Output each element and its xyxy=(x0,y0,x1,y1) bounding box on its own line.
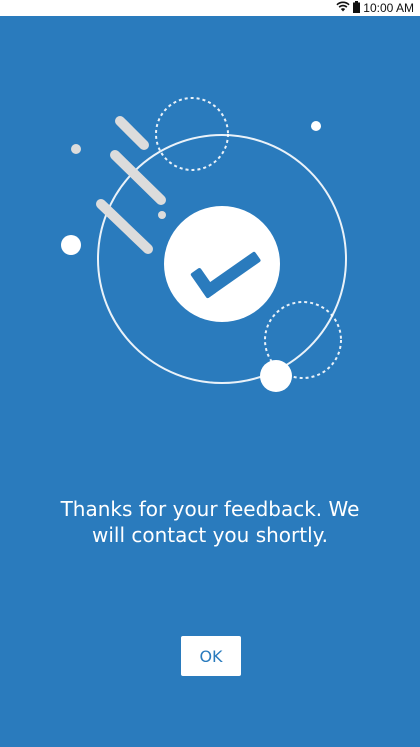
message-line-1: Thanks for your feedback. We xyxy=(60,497,360,521)
dot-tiny xyxy=(158,211,166,219)
confirmation-illustration xyxy=(61,97,347,392)
dot-large-bottom xyxy=(260,360,292,392)
message-line-2: will contact you shortly. xyxy=(92,523,328,547)
dashed-circle-top xyxy=(155,97,229,171)
ok-button[interactable]: OK xyxy=(181,636,241,676)
confirmation-message: Thanks for your feedback. We will contac… xyxy=(40,496,380,548)
battery-icon xyxy=(353,0,361,16)
decor-bar-1 xyxy=(115,116,149,150)
feedback-confirmation-screen: Thanks for your feedback. We will contac… xyxy=(0,16,420,747)
status-icons xyxy=(336,0,361,16)
dot-medium-left xyxy=(61,235,81,255)
wifi-icon xyxy=(336,1,350,15)
status-bar: 10:00 AM xyxy=(0,0,420,16)
dot-small-right xyxy=(311,121,321,131)
decor-bar-2 xyxy=(110,150,166,205)
dot-small-left xyxy=(71,144,81,154)
decor-bar-3 xyxy=(96,199,153,254)
check-badge xyxy=(164,206,280,322)
status-time: 10:00 AM xyxy=(363,1,414,15)
